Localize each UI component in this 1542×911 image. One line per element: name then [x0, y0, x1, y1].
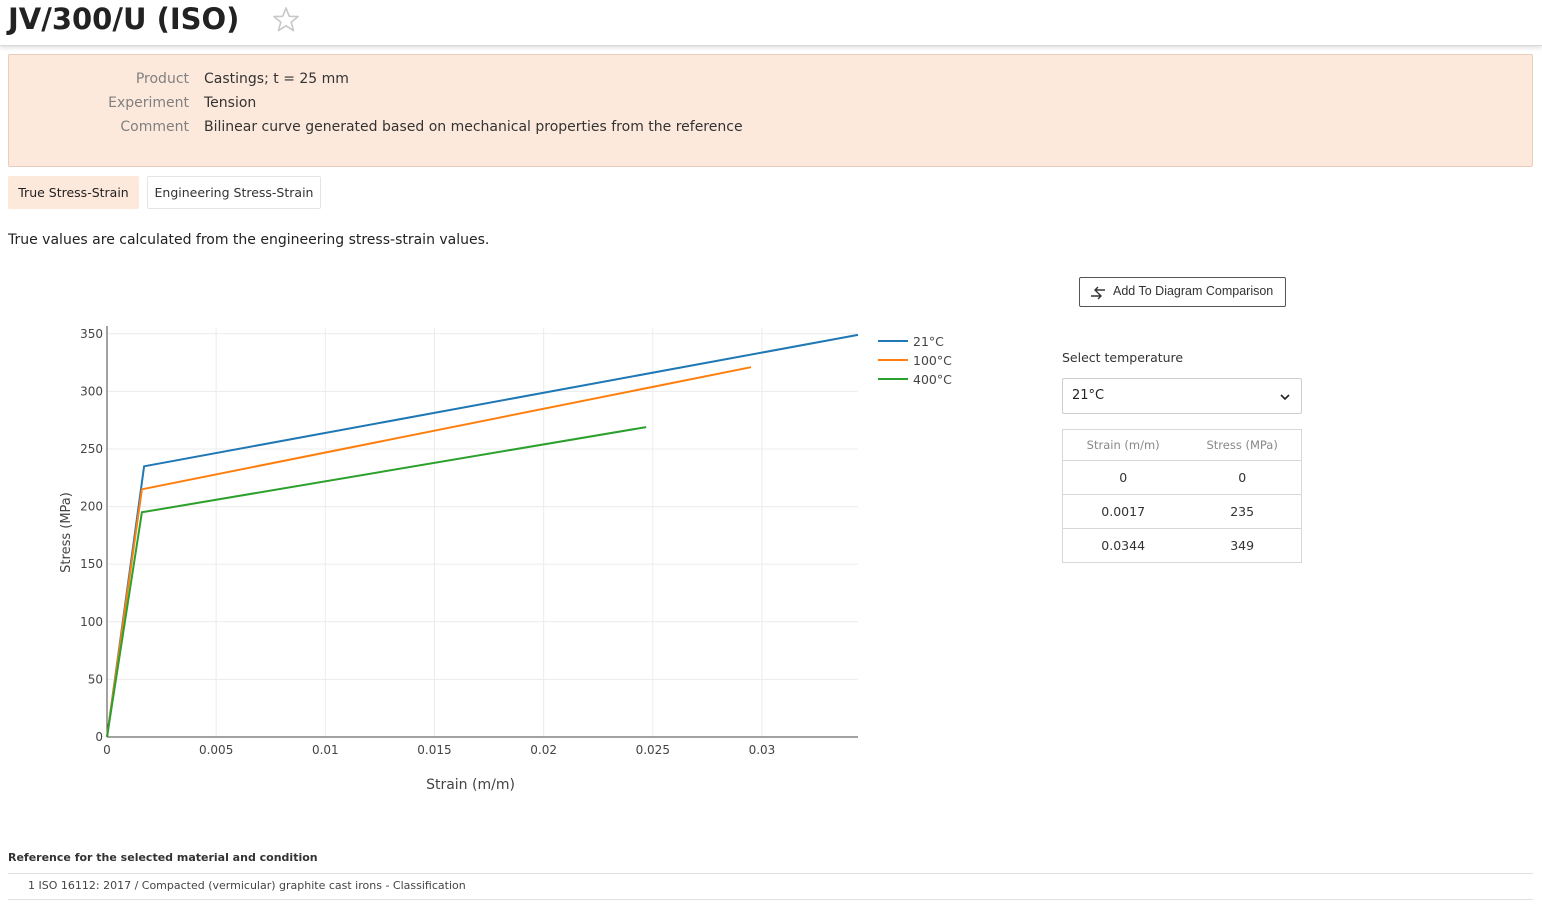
table-cell: 349 — [1183, 528, 1303, 563]
table-header-row: Strain (m/m) Stress (MPa) — [1062, 429, 1303, 461]
info-value: Castings; t = 25 mm — [204, 71, 349, 87]
y-tick-label: 300 — [80, 384, 103, 398]
info-label: Comment — [120, 119, 189, 135]
compare-button-label: Add To Diagram Comparison — [1113, 284, 1274, 298]
series-line — [106, 426, 647, 738]
reference-heading: Reference for the selected material and … — [8, 851, 318, 864]
chevron-down-icon — [1280, 394, 1290, 401]
table-cell: 0 — [1062, 460, 1184, 495]
x-tick-label: 0.015 — [417, 743, 451, 757]
x-tick-label: 0 — [103, 743, 111, 757]
y-tick-label: 50 — [88, 672, 103, 686]
series-line — [106, 366, 752, 738]
info-label: Experiment — [108, 95, 189, 111]
stress-strain-chart: 0 0.005 0.01 0.015 0.02 0.025 0.03 0 50 100 150 200… — [59, 326, 952, 793]
tab-true-stress-strain[interactable]: True Stress-Strain — [8, 176, 139, 209]
series-line — [106, 333, 859, 738]
reference-item: 1 ISO 16112: 2017 / Compacted (vermicula… — [28, 879, 466, 892]
table-cell: 0 — [1183, 460, 1303, 495]
table-header-stress: Stress (MPa) — [1183, 429, 1303, 461]
reference-number: 1 — [28, 879, 35, 892]
table-row: 0 0 — [1062, 460, 1303, 495]
x-tick-label: 0.005 — [199, 743, 233, 757]
legend-label: 400°C — [913, 372, 952, 387]
y-tick-label: 0 — [95, 730, 103, 744]
x-tick-label: 0.03 — [749, 743, 776, 757]
info-label: Product — [135, 71, 189, 87]
table-row: 0.0017 235 — [1062, 494, 1303, 529]
temperature-select[interactable]: 21°C — [1062, 378, 1302, 414]
x-tick-label: 0.01 — [312, 743, 339, 757]
legend-label: 100°C — [913, 353, 952, 368]
y-tick-label: 200 — [80, 500, 103, 514]
select-temperature-label: Select temperature — [1062, 350, 1184, 365]
compare-arrows-icon — [1091, 286, 1105, 300]
table-header-strain: Strain (m/m) — [1062, 429, 1184, 461]
table-cell: 0.0017 — [1062, 494, 1184, 529]
table-row: 0.0344 349 — [1062, 528, 1303, 563]
favorite-star-icon[interactable] — [270, 4, 302, 36]
temperature-select-value: 21°C — [1072, 388, 1105, 403]
info-value: Tension — [204, 95, 257, 111]
table-cell: 0.0344 — [1062, 528, 1184, 563]
x-tick-label: 0.02 — [530, 743, 557, 757]
true-values-note: True values are calculated from the engi… — [8, 232, 490, 248]
table-cell: 235 — [1183, 494, 1303, 529]
y-tick-label: 350 — [80, 327, 103, 341]
page-header: JV/300/U (ISO) — [0, 0, 1542, 46]
reference-text: ISO 16112: 2017 / Compacted (vermicular)… — [38, 879, 466, 892]
page-title: JV/300/U (ISO) — [8, 2, 240, 36]
y-tick-label: 150 — [80, 557, 103, 571]
y-tick-label: 100 — [80, 615, 103, 629]
y-axis-title: Stress (MPa) — [59, 492, 74, 573]
info-value: Bilinear curve generated based on mechan… — [204, 119, 743, 135]
x-tick-label: 0.025 — [636, 743, 670, 757]
legend-label: 21°C — [913, 334, 944, 349]
tab-engineering-stress-strain[interactable]: Engineering Stress-Strain — [147, 176, 321, 209]
reference-divider — [8, 899, 1533, 900]
x-axis-title: Strain (m/m) — [426, 777, 515, 793]
add-to-diagram-comparison-button[interactable]: Add To Diagram Comparison — [1079, 277, 1286, 307]
material-info-panel: Product Castings; t = 25 mm Experiment T… — [8, 54, 1533, 167]
reference-divider — [8, 873, 1533, 874]
y-tick-label: 250 — [80, 442, 103, 456]
stress-strain-table: Strain (m/m) Stress (MPa) 0 0 0.0017 235… — [1062, 429, 1303, 563]
